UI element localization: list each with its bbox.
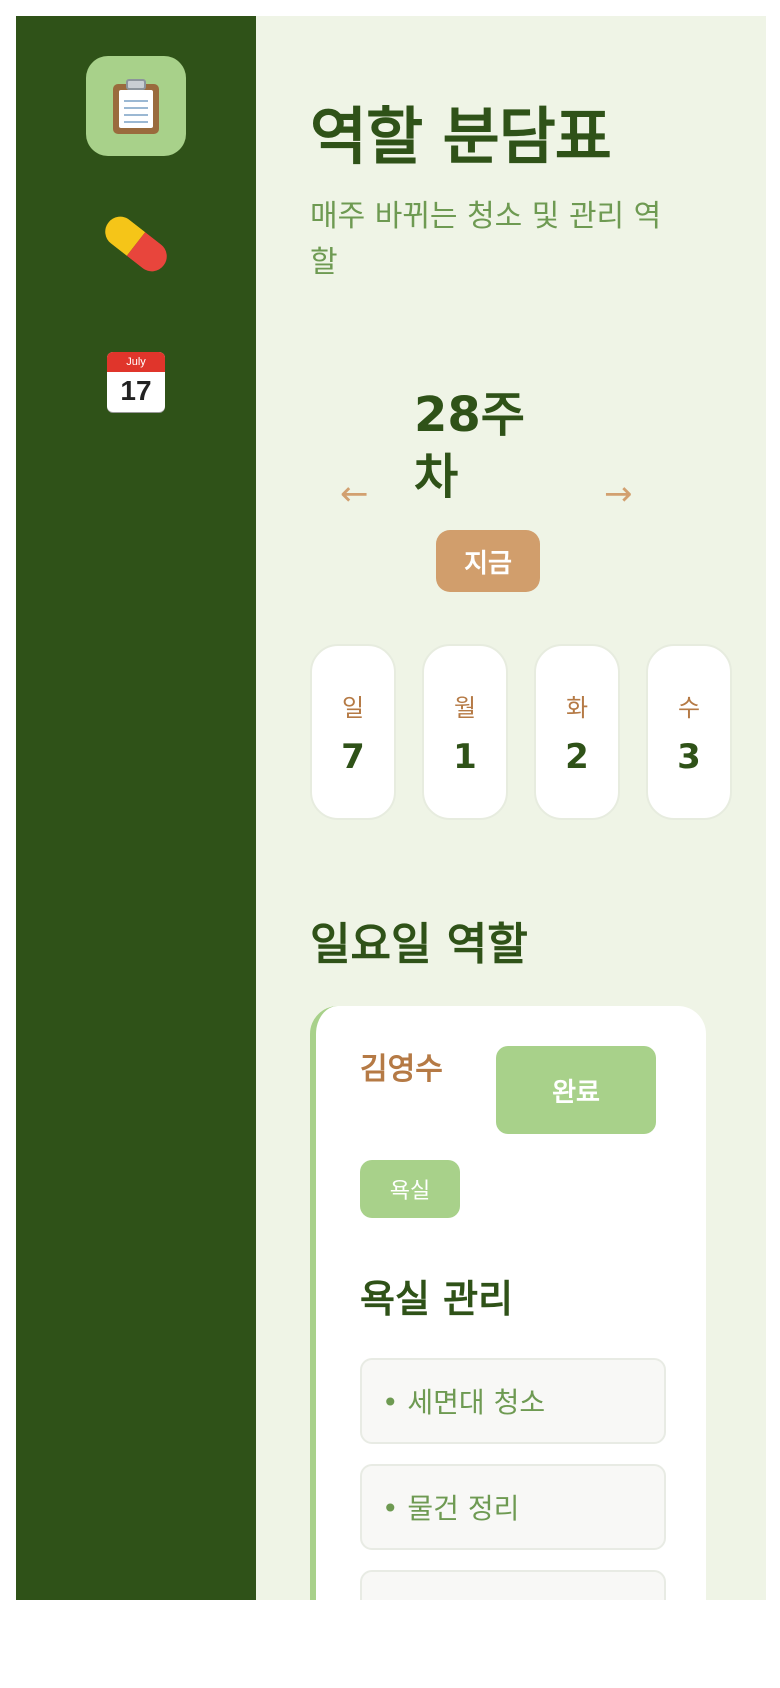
day-name: 월 (453, 693, 477, 722)
section-title: 일요일 역할 (310, 919, 528, 970)
now-button[interactable]: 지금 (436, 530, 540, 592)
day-name: 화 (565, 693, 589, 722)
app-window: July 17 역할 분담표 매주 바뀌는 청소 및 관리 역할 ← 28주차 … (16, 16, 766, 1600)
sidebar-item-calendar[interactable]: July 17 (86, 332, 186, 432)
task-item[interactable]: • 물건 정리 (360, 1464, 666, 1550)
day-date: 1 (453, 736, 477, 777)
clipboard-icon (113, 78, 159, 134)
prev-week-button[interactable]: ← (340, 474, 369, 514)
sidebar-item-roles[interactable] (86, 56, 186, 156)
sidebar-item-medicine[interactable] (86, 194, 186, 294)
role-title: 욕실 관리 (360, 1277, 514, 1321)
pill-icon (99, 210, 173, 278)
day-card-wednesday[interactable]: 수 3 (646, 644, 732, 820)
day-card-monday[interactable]: 월 1 (422, 644, 508, 820)
day-card-tuesday[interactable]: 화 2 (534, 644, 620, 820)
category-tag: 욕실 (360, 1160, 460, 1218)
week-label: 28주차 (414, 387, 525, 505)
day-date: 3 (677, 736, 701, 777)
calendar-icon: July 17 (107, 352, 165, 412)
role-card: 김영수 완료 욕실 욕실 관리 • 세면대 청소 • 물건 정리 (310, 1006, 706, 1600)
day-card-sunday[interactable]: 일 7 (310, 644, 396, 820)
day-date: 7 (341, 736, 365, 777)
task-item[interactable]: • 세면대 청소 (360, 1358, 666, 1444)
complete-button[interactable]: 완료 (496, 1046, 656, 1134)
assignee-name: 김영수 (360, 1052, 443, 1087)
day-name: 수 (677, 693, 701, 722)
main-content: 역할 분담표 매주 바뀌는 청소 및 관리 역할 ← 28주차 → 지금 일 7… (256, 16, 766, 1600)
page-subtitle: 매주 바뀌는 청소 및 관리 역할 (310, 199, 662, 280)
sidebar: July 17 (16, 16, 256, 1600)
next-week-button[interactable]: → (604, 474, 633, 514)
day-date: 2 (565, 736, 589, 777)
day-name: 일 (341, 693, 365, 722)
task-item[interactable] (360, 1570, 666, 1600)
page-title: 역할 분담표 (310, 100, 612, 173)
